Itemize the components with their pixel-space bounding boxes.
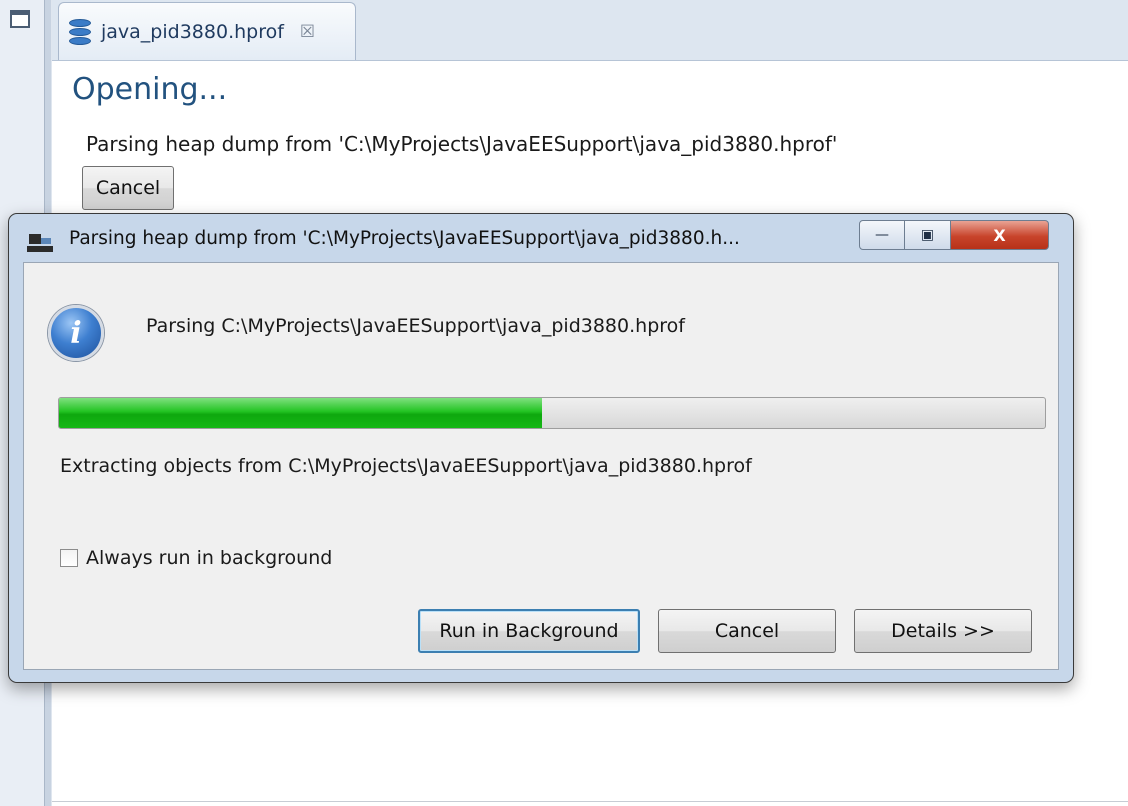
window-controls: — ▣ X: [859, 220, 1063, 252]
restore-view-button[interactable]: [10, 10, 30, 28]
subtask-label: Extracting objects from C:\MyProjects\Ja…: [60, 455, 752, 477]
progress-bar: [58, 397, 1046, 429]
page-title: Opening...: [72, 72, 228, 107]
dialog-cancel-button[interactable]: Cancel: [658, 609, 836, 653]
always-background-option[interactable]: Always run in background: [60, 547, 332, 569]
dialog-content: i Parsing C:\MyProjects\JavaEESupport\ja…: [23, 262, 1059, 670]
maximize-button[interactable]: ▣: [905, 220, 951, 250]
always-background-label[interactable]: Always run in background: [86, 547, 332, 569]
progress-fill: [59, 398, 543, 428]
editor-tab-bar: java_pid3880.hprof ☒: [52, 0, 1128, 61]
info-icon: i: [48, 305, 104, 361]
database-icon: [69, 18, 91, 45]
progress-dialog: Parsing heap dump from 'C:\MyProjects\Ja…: [8, 213, 1074, 683]
task-label: Parsing C:\MyProjects\JavaEESupport\java…: [146, 315, 685, 337]
minimize-button[interactable]: —: [859, 220, 905, 250]
tab-label: java_pid3880.hprof: [101, 20, 284, 43]
dialog-titlebar[interactable]: Parsing heap dump from 'C:\MyProjects\Ja…: [9, 214, 1073, 262]
tab-hprof[interactable]: java_pid3880.hprof ☒: [58, 2, 356, 60]
cancel-button[interactable]: Cancel: [82, 166, 174, 210]
details-button[interactable]: Details >>: [854, 609, 1032, 653]
close-button[interactable]: X: [951, 220, 1049, 250]
divider: [52, 801, 1128, 802]
close-tab-icon[interactable]: ☒: [300, 22, 315, 42]
parsing-message: Parsing heap dump from 'C:\MyProjects\Ja…: [86, 132, 838, 156]
always-background-checkbox[interactable]: [60, 549, 78, 567]
dialog-title: Parsing heap dump from 'C:\MyProjects\Ja…: [69, 228, 740, 249]
app-icon: [27, 232, 55, 254]
run-in-background-button[interactable]: Run in Background: [418, 609, 640, 653]
